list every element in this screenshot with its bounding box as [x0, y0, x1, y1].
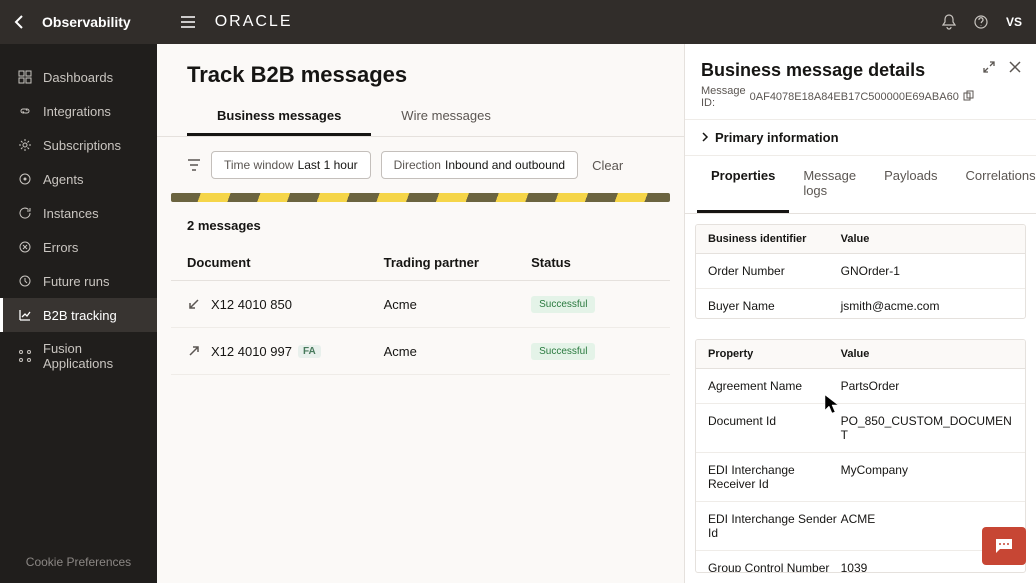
- filter-icon[interactable]: [187, 159, 201, 171]
- details-title: Business message details: [701, 60, 974, 81]
- close-icon[interactable]: [1008, 60, 1022, 74]
- sidebar-label: Agents: [43, 172, 83, 187]
- sidebar-label: Future runs: [43, 274, 109, 289]
- sidebar: Dashboards Integrations Subscriptions Ag…: [0, 44, 157, 583]
- cookie-preferences-link[interactable]: Cookie Preferences: [0, 541, 157, 583]
- filter-label: Direction: [394, 158, 441, 172]
- detail-tab-message-logs[interactable]: Message logs: [789, 156, 870, 213]
- prop-row: EDI Interchange Receiver IdMyCompany: [696, 453, 1025, 502]
- outbound-arrow-icon: [187, 344, 203, 358]
- user-avatar[interactable]: VS: [1006, 15, 1022, 29]
- sidebar-item-b2b-tracking[interactable]: B2B tracking: [0, 298, 157, 332]
- oracle-logo: ORACLE: [215, 13, 293, 31]
- detail-tab-correlations[interactable]: Correlations: [952, 156, 1036, 213]
- prop-row: EDI Interchange Sender IdACME: [696, 502, 1025, 551]
- refresh-icon: [17, 205, 33, 221]
- col-header: Property: [708, 348, 841, 360]
- sidebar-label: Dashboards: [43, 70, 113, 85]
- page-breadcrumb: Observability: [42, 14, 131, 30]
- primary-info-label: Primary information: [715, 130, 839, 145]
- fa-badge: FA: [298, 345, 321, 358]
- tab-wire-messages[interactable]: Wire messages: [371, 98, 521, 136]
- prop-row: Agreement NamePartsOrder: [696, 369, 1025, 404]
- status-badge: Successful: [531, 296, 595, 313]
- sidebar-label: Integrations: [43, 104, 111, 119]
- col-header: Business identifier: [708, 233, 841, 245]
- prop-row: Document IdPO_850_CUSTOM_DOCUMENT: [696, 404, 1025, 453]
- filter-time-window[interactable]: Time window Last 1 hour: [211, 151, 371, 179]
- business-identifier-table: Business identifierValue Order NumberGNO…: [695, 224, 1026, 319]
- filter-value: Inbound and outbound: [445, 158, 565, 172]
- col-trading-partner: Trading partner: [384, 255, 531, 270]
- gear-icon: [17, 137, 33, 153]
- sidebar-item-dashboards[interactable]: Dashboards: [0, 60, 157, 94]
- results-count: 2 messages: [171, 218, 670, 245]
- page-title: Track B2B messages: [187, 62, 654, 88]
- status-badge: Successful: [531, 343, 595, 360]
- msgid-label: Message ID:: [701, 85, 746, 109]
- row-document: X12 4010 850: [211, 297, 292, 312]
- prop-row: Buyer Namejsmith@acme.com: [696, 289, 1025, 319]
- copy-icon[interactable]: [963, 90, 974, 104]
- grid-icon: [17, 69, 33, 85]
- filter-direction[interactable]: Direction Inbound and outbound: [381, 151, 578, 179]
- sidebar-item-integrations[interactable]: Integrations: [0, 94, 157, 128]
- apps-icon: [17, 348, 33, 364]
- sidebar-label: Errors: [43, 240, 78, 255]
- primary-info-toggle[interactable]: Primary information: [685, 119, 1036, 156]
- col-document: Document: [187, 255, 384, 270]
- properties-table: PropertyValue Agreement NamePartsOrder D…: [695, 339, 1026, 573]
- table-header: Document Trading partner Status: [171, 245, 670, 281]
- expand-icon[interactable]: [982, 60, 996, 74]
- clear-filters-link[interactable]: Clear: [592, 158, 623, 173]
- sidebar-label: Fusion Applications: [43, 341, 143, 371]
- sidebar-label: Subscriptions: [43, 138, 121, 153]
- sidebar-item-errors[interactable]: Errors: [0, 230, 157, 264]
- prop-row: Order NumberGNOrder-1: [696, 254, 1025, 289]
- sidebar-label: Instances: [43, 206, 99, 221]
- tab-business-messages[interactable]: Business messages: [187, 98, 371, 136]
- link-icon: [17, 103, 33, 119]
- row-trading-partner: Acme: [384, 297, 531, 312]
- chart-icon: [17, 307, 33, 323]
- col-header: Value: [841, 233, 1013, 245]
- menu-toggle-icon[interactable]: [181, 16, 195, 28]
- decorative-banner: [171, 193, 670, 202]
- col-status: Status: [531, 255, 654, 270]
- agent-icon: [17, 171, 33, 187]
- row-trading-partner: Acme: [384, 344, 531, 359]
- table-row[interactable]: X12 4010 997 FA Acme Successful: [171, 328, 670, 375]
- chevron-right-icon: [701, 130, 709, 145]
- error-icon: [17, 239, 33, 255]
- table-row[interactable]: X12 4010 850 Acme Successful: [171, 281, 670, 328]
- details-panel: Business message details Message ID: 0AF…: [684, 44, 1036, 583]
- detail-tab-properties[interactable]: Properties: [697, 156, 789, 213]
- back-button[interactable]: [14, 14, 24, 30]
- sidebar-label: B2B tracking: [43, 308, 117, 323]
- filter-label: Time window: [224, 158, 294, 172]
- filter-value: Last 1 hour: [298, 158, 358, 172]
- sidebar-item-instances[interactable]: Instances: [0, 196, 157, 230]
- help-icon[interactable]: [974, 15, 988, 29]
- bell-icon[interactable]: [942, 14, 956, 30]
- sidebar-item-subscriptions[interactable]: Subscriptions: [0, 128, 157, 162]
- prop-row: Group Control Number1039: [696, 551, 1025, 573]
- inbound-arrow-icon: [187, 297, 203, 311]
- col-header: Value: [841, 348, 1013, 360]
- sidebar-item-fusion-apps[interactable]: Fusion Applications: [0, 332, 157, 380]
- sidebar-item-future-runs[interactable]: Future runs: [0, 264, 157, 298]
- row-document: X12 4010 997: [211, 344, 292, 359]
- chat-fab[interactable]: [982, 527, 1026, 565]
- msgid-value: 0AF4078E18A84EB17C500000E69ABA60: [750, 91, 959, 103]
- clock-icon: [17, 273, 33, 289]
- sidebar-item-agents[interactable]: Agents: [0, 162, 157, 196]
- detail-tab-payloads[interactable]: Payloads: [870, 156, 951, 213]
